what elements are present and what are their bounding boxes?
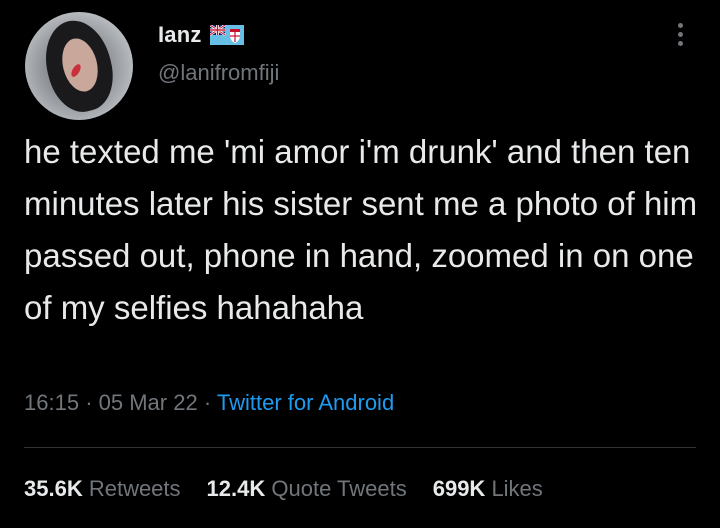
meta-separator: · <box>203 390 217 415</box>
dot-icon <box>677 22 683 28</box>
likes-stat[interactable]: 699K Likes <box>433 476 543 502</box>
retweets-count: 35.6K <box>24 476 89 501</box>
fiji-flag-icon <box>208 24 244 45</box>
author-name-row: Ianz <box>158 20 244 50</box>
tweet-card: Ianz @lanifromfiji he texted me 'mi amor… <box>0 0 720 528</box>
meta-separator: · <box>85 390 99 415</box>
retweets-stat[interactable]: 35.6K Retweets <box>24 476 181 502</box>
divider <box>24 447 696 448</box>
quote-tweets-stat[interactable]: 12.4K Quote Tweets <box>207 476 407 502</box>
avatar[interactable] <box>25 12 133 120</box>
tweet-text: he texted me 'mi amor i'm drunk' and the… <box>24 133 707 326</box>
display-name[interactable]: Ianz <box>158 22 202 48</box>
tweet-source-link[interactable]: Twitter for Android <box>217 390 394 415</box>
tweet-date[interactable]: 05 Mar 22 <box>99 390 198 415</box>
quote-tweets-count: 12.4K <box>206 476 272 501</box>
likes-count: 699K <box>432 476 492 501</box>
tweet-time[interactable]: 16:15 <box>24 390 79 415</box>
retweets-label: Retweets <box>88 476 181 501</box>
dot-icon <box>677 40 683 46</box>
quote-tweets-label: Quote Tweets <box>271 476 407 501</box>
tweet-meta: 16:15 · 05 Mar 22 · Twitter for Android <box>24 390 394 416</box>
likes-label: Likes <box>491 476 543 501</box>
dot-icon <box>677 31 683 37</box>
more-options-icon[interactable] <box>668 18 692 50</box>
user-handle[interactable]: @lanifromfiji <box>158 60 279 86</box>
engagement-stats: 35.6K Retweets 12.4K Quote Tweets 699K L… <box>24 476 543 502</box>
